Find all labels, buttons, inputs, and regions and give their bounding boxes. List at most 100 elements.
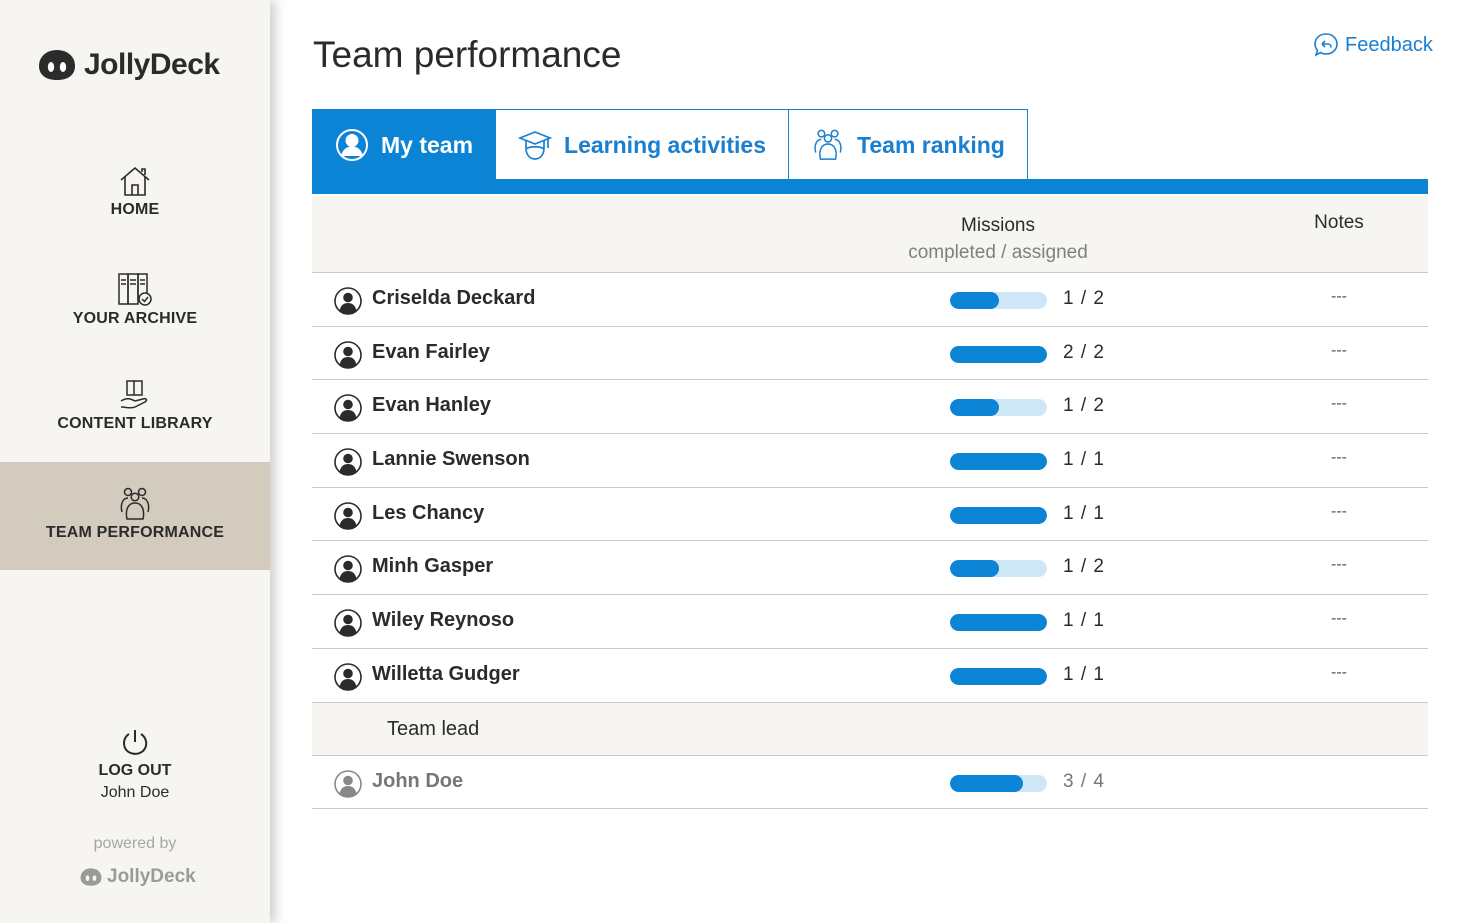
user-avatar-icon <box>334 555 362 584</box>
tab-bar: My team Learning activities Team ranking <box>312 109 1028 180</box>
missions-progress-bar <box>950 506 1047 524</box>
missions-progress-bar <box>950 399 1047 417</box>
table-row[interactable]: Evan Hanley 1 / 2 --- <box>312 380 1428 435</box>
missions-count: 1 / 1 <box>1063 610 1105 632</box>
power-icon <box>123 730 148 755</box>
team-table: Missions completed / assigned Notes Cris… <box>312 196 1428 810</box>
missions-progress-fill <box>950 614 1047 632</box>
missions-progress-fill <box>950 506 1047 524</box>
member-name: John Doe <box>372 769 464 792</box>
graduation-cap-icon <box>518 131 553 160</box>
table-row-team-lead[interactable]: John Doe 3 / 4 <box>312 756 1428 810</box>
table-row[interactable]: Minh Gasper 1 / 2 --- <box>312 541 1428 596</box>
sidebar-item-label: YOUR ARCHIVE <box>72 310 198 327</box>
missions-progress-fill <box>950 560 999 578</box>
sidebar-item-content-library[interactable]: CONTENT LIBRARY <box>0 377 270 433</box>
column-header-missions-title: Missions <box>961 215 1035 236</box>
brand-name: JollyDeck <box>84 48 220 81</box>
sidebar-item-archive[interactable]: YOUR ARCHIVE <box>0 272 270 328</box>
table-row[interactable]: Wiley Reynoso 1 / 1 --- <box>312 595 1428 649</box>
column-header-notes: Notes <box>1314 212 1364 233</box>
user-avatar-icon <box>334 501 362 530</box>
user-avatar-icon <box>334 609 362 637</box>
member-notes: --- <box>1331 395 1347 413</box>
user-avatar-icon <box>334 287 362 315</box>
tab-label: Team ranking <box>857 131 1005 158</box>
user-circle-icon <box>336 129 368 161</box>
sidebar: JollyDeck HOME YOUR ARCHIVE CONTENT LIBR… <box>0 0 270 923</box>
brand-logo[interactable]: JollyDeck <box>38 48 220 82</box>
member-notes: --- <box>1331 288 1347 305</box>
user-avatar-icon <box>334 448 362 476</box>
missions-count: 2 / 2 <box>1063 341 1105 363</box>
user-avatar-icon <box>334 394 362 423</box>
member-notes: --- <box>1331 663 1347 681</box>
table-header: Missions completed / assigned Notes <box>312 196 1428 273</box>
logout-button[interactable]: LOG OUT John Doe <box>0 728 270 802</box>
table-row[interactable]: Evan Fairley 2 / 2 --- <box>312 327 1428 381</box>
table-row[interactable]: Les Chancy 1 / 1 --- <box>312 488 1428 542</box>
missions-count: 1 / 1 <box>1063 502 1105 524</box>
column-header-missions: Missions completed / assigned <box>902 212 1094 266</box>
book-hand-icon <box>120 380 148 409</box>
missions-progress-fill <box>950 345 1047 363</box>
archive-icon <box>118 273 152 306</box>
missions-count: 3 / 4 <box>1063 770 1105 792</box>
team-icon <box>814 129 842 160</box>
sidebar-item-team-performance[interactable]: TEAM PERFORMANCE <box>0 462 270 570</box>
powered-by-logo: JollyDeck <box>80 866 196 888</box>
missions-progress-fill <box>950 667 1047 685</box>
missions-progress-bar <box>950 560 1047 578</box>
page-title: Team performance <box>313 34 622 75</box>
member-name: Evan Fairley <box>372 340 490 363</box>
missions-count: 1 / 1 <box>1063 663 1105 685</box>
powered-by-brand: JollyDeck <box>107 866 196 887</box>
member-name: Les Chancy <box>372 501 485 524</box>
missions-progress-bar <box>950 774 1047 792</box>
member-notes: --- <box>1331 556 1347 574</box>
team-icon <box>120 487 150 520</box>
team-lead-section: Team lead <box>312 702 1428 756</box>
missions-progress-fill <box>950 399 999 417</box>
tab-label: My team <box>381 131 474 158</box>
member-notes: --- <box>1331 610 1347 628</box>
member-name: Evan Hanley <box>372 394 491 417</box>
member-name: Willetta Gudger <box>372 662 520 685</box>
tab-label: Learning activities <box>564 131 767 158</box>
logged-in-user: John Doe <box>100 784 170 801</box>
missions-progress-bar <box>950 345 1047 363</box>
missions-count: 1 / 2 <box>1063 288 1105 309</box>
user-avatar-icon <box>334 663 362 691</box>
feedback-icon <box>1314 33 1338 57</box>
user-avatar-icon <box>334 769 362 798</box>
missions-progress-fill <box>950 774 1023 792</box>
tab-team-ranking[interactable]: Team ranking <box>789 109 1028 180</box>
missions-count: 1 / 1 <box>1063 449 1105 471</box>
member-notes: --- <box>1331 502 1347 520</box>
table-row[interactable]: Criselda Deckard 1 / 2 --- <box>312 273 1428 327</box>
sidebar-item-label: TEAM PERFORMANCE <box>45 524 225 541</box>
sidebar-item-label: CONTENT LIBRARY <box>57 415 213 432</box>
user-avatar-icon <box>334 340 362 369</box>
table-row[interactable]: Lannie Swenson 1 / 1 --- <box>312 434 1428 488</box>
missions-progress-fill <box>950 292 999 309</box>
table-row[interactable]: Willetta Gudger 1 / 1 --- <box>312 649 1428 703</box>
member-notes: --- <box>1331 341 1347 359</box>
member-name: Lannie Swenson <box>372 448 530 471</box>
missions-progress-bar <box>950 292 1047 309</box>
sidebar-item-label: HOME <box>110 201 160 218</box>
jollydeck-logo-icon <box>80 868 102 886</box>
tab-my-team[interactable]: My team <box>312 109 497 180</box>
powered-by-label: powered by <box>93 835 177 852</box>
member-name: Wiley Reynoso <box>372 609 515 632</box>
home-icon <box>120 166 150 196</box>
column-header-missions-subtitle: completed / assigned <box>908 242 1088 263</box>
sidebar-item-home[interactable]: HOME <box>0 163 270 219</box>
missions-count: 1 / 2 <box>1063 395 1105 417</box>
tab-underline-bar <box>312 179 1428 194</box>
missions-progress-bar <box>950 667 1047 685</box>
feedback-label: Feedback <box>1345 33 1433 56</box>
member-notes: --- <box>1331 449 1347 467</box>
feedback-link[interactable]: Feedback <box>1313 32 1433 58</box>
tab-learning-activities[interactable]: Learning activities <box>496 109 790 180</box>
